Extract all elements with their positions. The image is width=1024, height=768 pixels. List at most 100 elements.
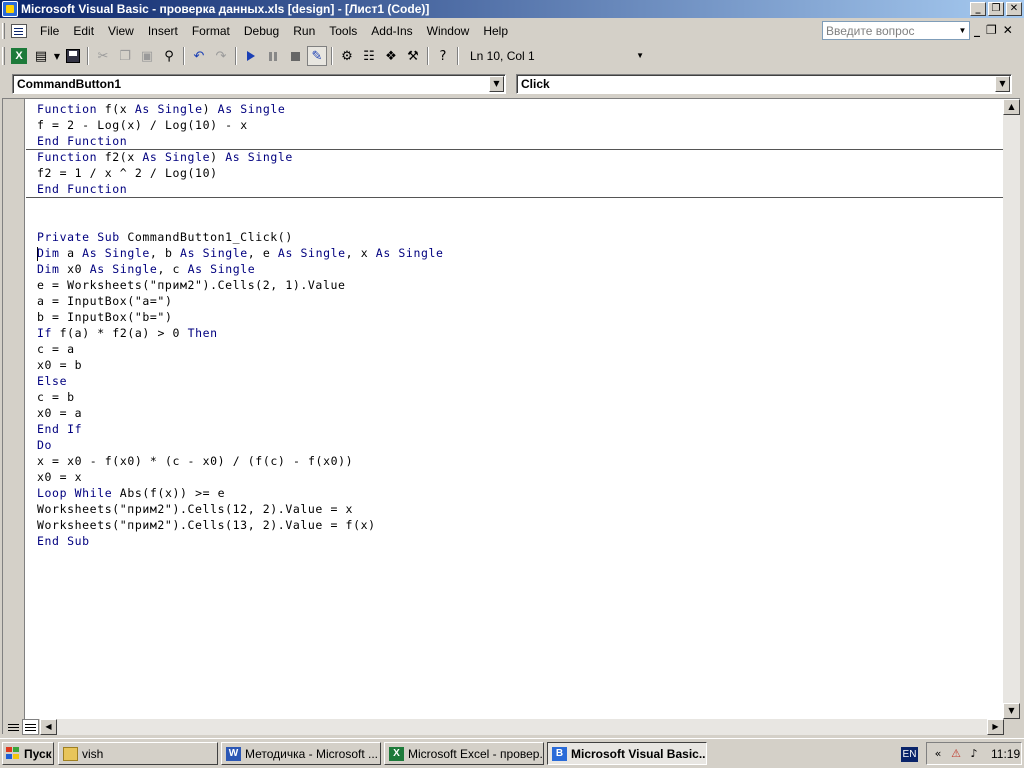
toolbar-grip[interactable] xyxy=(2,47,5,65)
insert-module-icon[interactable]: ▤ xyxy=(31,46,51,66)
code-line[interactable]: End If xyxy=(37,421,82,437)
task-excel[interactable]: X Microsoft Excel - провер... xyxy=(384,742,544,765)
horizontal-scrollbar[interactable] xyxy=(57,719,995,735)
code-line[interactable]: Dim a As Single, b As Single, e As Singl… xyxy=(37,245,444,261)
network-icon[interactable]: ⚠ xyxy=(949,747,963,761)
excel-icon[interactable]: X xyxy=(9,46,29,66)
start-button[interactable]: Пуск xyxy=(2,742,54,765)
code-window: Function f(x As Single) As Single f = 2 -… xyxy=(2,98,1021,735)
mdi-restore-button[interactable]: ❐ xyxy=(986,23,997,37)
code-line[interactable]: Loop While Abs(f(x)) >= e xyxy=(37,485,225,501)
code-line[interactable]: Else xyxy=(37,373,67,389)
run-icon[interactable] xyxy=(241,46,261,66)
code-line[interactable]: x0 = x xyxy=(37,469,82,485)
code-line[interactable]: x0 = b xyxy=(37,357,82,373)
code-window-icon[interactable] xyxy=(11,24,27,38)
menu-view[interactable]: View xyxy=(101,24,141,38)
clock[interactable]: 11:19 xyxy=(991,747,1020,761)
code-line[interactable]: Do xyxy=(37,437,52,453)
code-line[interactable]: Dim x0 As Single, c As Single xyxy=(37,261,255,277)
code-line[interactable]: End Sub xyxy=(37,533,90,549)
menu-debug[interactable]: Debug xyxy=(237,24,286,38)
vba-app-icon[interactable] xyxy=(2,1,18,17)
undo-icon[interactable]: ↶ xyxy=(189,46,209,66)
tray-expand-icon[interactable]: « xyxy=(931,747,945,761)
code-line[interactable]: End Function xyxy=(37,133,127,149)
code-line[interactable]: c = a xyxy=(37,341,75,357)
margin-indicator-bar[interactable] xyxy=(3,99,25,719)
menu-insert[interactable]: Insert xyxy=(141,24,185,38)
paste-icon[interactable]: ▣ xyxy=(137,46,157,66)
object-combo[interactable]: CommandButton1 ▼ xyxy=(12,74,506,94)
save-icon[interactable] xyxy=(63,46,83,66)
task-vba[interactable]: B Microsoft Visual Basic... xyxy=(547,742,707,765)
code-line[interactable]: f2 = 1 / x ^ 2 / Log(10) xyxy=(37,165,218,181)
code-line[interactable]: b = InputBox("b=") xyxy=(37,309,172,325)
redo-icon[interactable]: ↷ xyxy=(211,46,231,66)
taskbar: Пуск vish W Методичка - Microsoft ... X … xyxy=(0,738,1024,768)
code-line[interactable]: f = 2 - Log(x) / Log(10) - x xyxy=(37,117,248,133)
toolbar-options-icon[interactable]: ▼ xyxy=(636,51,644,60)
volume-icon[interactable]: ♪ xyxy=(967,747,981,761)
code-line[interactable]: x0 = a xyxy=(37,405,82,421)
toolbar-separator xyxy=(457,47,459,65)
ask-question-input[interactable]: Введите вопрос ▼ xyxy=(822,21,970,40)
ask-dropdown-icon[interactable]: ▼ xyxy=(956,22,969,39)
find-icon[interactable]: ⚲ xyxy=(159,46,179,66)
mdi-controls: _ ❐ ✕ xyxy=(974,23,1013,37)
reset-icon[interactable] xyxy=(285,46,305,66)
design-mode-icon[interactable]: ✎ xyxy=(307,46,327,66)
task-vish[interactable]: vish xyxy=(58,742,218,765)
menu-grip[interactable] xyxy=(2,23,5,39)
code-line[interactable]: c = b xyxy=(37,389,75,405)
menu-run[interactable]: Run xyxy=(286,24,322,38)
menu-tools[interactable]: Tools xyxy=(322,24,364,38)
restore-button[interactable]: ❐ xyxy=(988,2,1004,16)
code-line[interactable]: a = InputBox("a=") xyxy=(37,293,172,309)
scroll-left-icon[interactable]: ◀ xyxy=(40,719,57,735)
object-dropdown-icon[interactable]: ▼ xyxy=(489,76,504,92)
procedure-view-button[interactable] xyxy=(5,719,22,735)
close-button[interactable]: ✕ xyxy=(1006,2,1022,16)
project-explorer-icon[interactable]: ⚙ xyxy=(337,46,357,66)
code-line[interactable]: Private Sub CommandButton1_Click() xyxy=(37,229,293,245)
code-line[interactable]: Worksheets("прим2").Cells(13, 2).Value =… xyxy=(37,517,376,533)
task-word[interactable]: W Методичка - Microsoft ... xyxy=(221,742,381,765)
properties-icon[interactable]: ☷ xyxy=(359,46,379,66)
toolbar-separator xyxy=(427,47,429,65)
menu-edit[interactable]: Edit xyxy=(66,24,101,38)
object-browser-icon[interactable]: ❖ xyxy=(381,46,401,66)
language-indicator[interactable]: EN xyxy=(901,747,918,762)
menu-format[interactable]: Format xyxy=(185,24,237,38)
scroll-down-icon[interactable]: ▼ xyxy=(1003,703,1020,719)
copy-icon[interactable]: ❐ xyxy=(115,46,135,66)
menu-file[interactable]: File xyxy=(33,24,66,38)
mdi-minimize-button[interactable]: _ xyxy=(974,23,980,37)
menu-window[interactable]: Window xyxy=(420,24,477,38)
menu-add-ins[interactable]: Add-Ins xyxy=(364,24,419,38)
code-line[interactable]: If f(a) * f2(a) > 0 Then xyxy=(37,325,218,341)
full-module-view-button[interactable] xyxy=(22,719,39,735)
cut-icon[interactable]: ✂ xyxy=(93,46,113,66)
title-bar[interactable]: Microsoft Visual Basic - проверка данных… xyxy=(0,0,1024,18)
procedure-combo[interactable]: Click ▼ xyxy=(516,74,1012,94)
mdi-close-button[interactable]: ✕ xyxy=(1003,23,1013,37)
vba-editor-window: Microsoft Visual Basic - проверка данных… xyxy=(0,0,1024,768)
vertical-scrollbar[interactable]: ▲ ▼ xyxy=(1003,99,1020,719)
insert-dropdown-icon[interactable]: ▼ xyxy=(53,46,61,66)
code-line[interactable]: Worksheets("прим2").Cells(12, 2).Value =… xyxy=(37,501,353,517)
break-icon[interactable] xyxy=(263,46,283,66)
help-icon[interactable]: ? xyxy=(433,46,453,66)
code-line[interactable]: Function f2(x As Single) As Single xyxy=(37,149,293,165)
menu-help[interactable]: Help xyxy=(476,24,515,38)
code-line[interactable]: e = Worksheets("прим2").Cells(2, 1).Valu… xyxy=(37,277,346,293)
code-line[interactable]: Function f(x As Single) As Single xyxy=(37,101,285,117)
scroll-up-icon[interactable]: ▲ xyxy=(1003,99,1020,115)
code-editor[interactable]: Function f(x As Single) As Single f = 2 -… xyxy=(26,99,1004,719)
toolbox-icon[interactable]: ⚒ xyxy=(403,46,423,66)
code-line[interactable]: End Function xyxy=(37,181,127,197)
code-line[interactable]: x = x0 - f(x0) * (c - x0) / (f(c) - f(x0… xyxy=(37,453,353,469)
minimize-button[interactable]: _ xyxy=(970,2,986,16)
scroll-right-icon[interactable]: ▶ xyxy=(987,719,1004,735)
procedure-dropdown-icon[interactable]: ▼ xyxy=(995,76,1010,92)
